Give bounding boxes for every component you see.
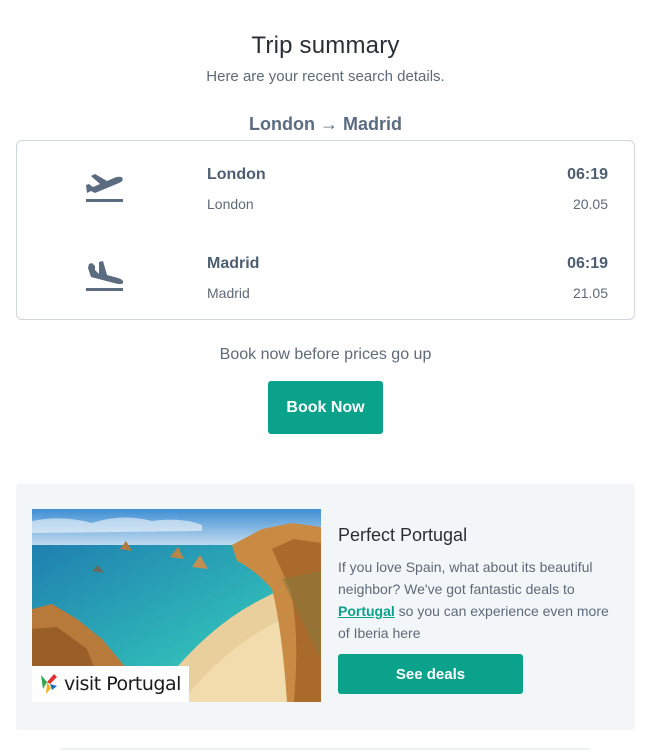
book-prompt: Book now before prices go up — [219, 346, 432, 363]
portugal-link[interactable]: Portugal — [338, 603, 395, 619]
departure-city: London — [207, 166, 266, 183]
visit-portugal-logo-text: visit Portugal — [64, 673, 181, 695]
arrival-leg: Madrid Madrid 06:19 21.05 — [17, 252, 634, 312]
visit-portugal-mark-icon — [41, 674, 57, 694]
promo-banner: visit Portugal Perfect Portugal If you l… — [16, 484, 635, 730]
promo-body: If you love Spain, what about its beauti… — [338, 556, 618, 644]
departure-airport: London — [207, 196, 254, 212]
promo-title: Perfect Portugal — [338, 525, 468, 545]
landing-icon — [86, 261, 124, 291]
takeoff-icon — [86, 174, 123, 202]
promo-body-text: If you love Spain, what about its beauti… — [338, 559, 593, 597]
arrival-date: 21.05 — [572, 285, 608, 301]
departure-date: 20.05 — [572, 196, 608, 212]
departure-time: 06:19 — [567, 166, 608, 183]
route-heading: London → Madrid — [249, 114, 402, 134]
see-deals-button[interactable]: See deals — [338, 654, 523, 694]
departure-leg: London London 06:19 20.05 — [17, 163, 634, 223]
flight-details-card: London London 06:19 20.05 Madrid Madrid … — [16, 140, 635, 320]
bottom-divider — [60, 748, 590, 750]
page-title: Trip summary — [251, 32, 400, 59]
arrival-city: Madrid — [207, 255, 260, 272]
page-subtitle: Here are your recent search details. — [206, 68, 445, 85]
book-now-button[interactable]: Book Now — [268, 381, 383, 434]
promo-image[interactable]: visit Portugal — [32, 509, 321, 702]
visit-portugal-logo: visit Portugal — [32, 666, 189, 702]
arrival-time: 06:19 — [567, 255, 608, 272]
arrival-airport: Madrid — [207, 285, 250, 301]
